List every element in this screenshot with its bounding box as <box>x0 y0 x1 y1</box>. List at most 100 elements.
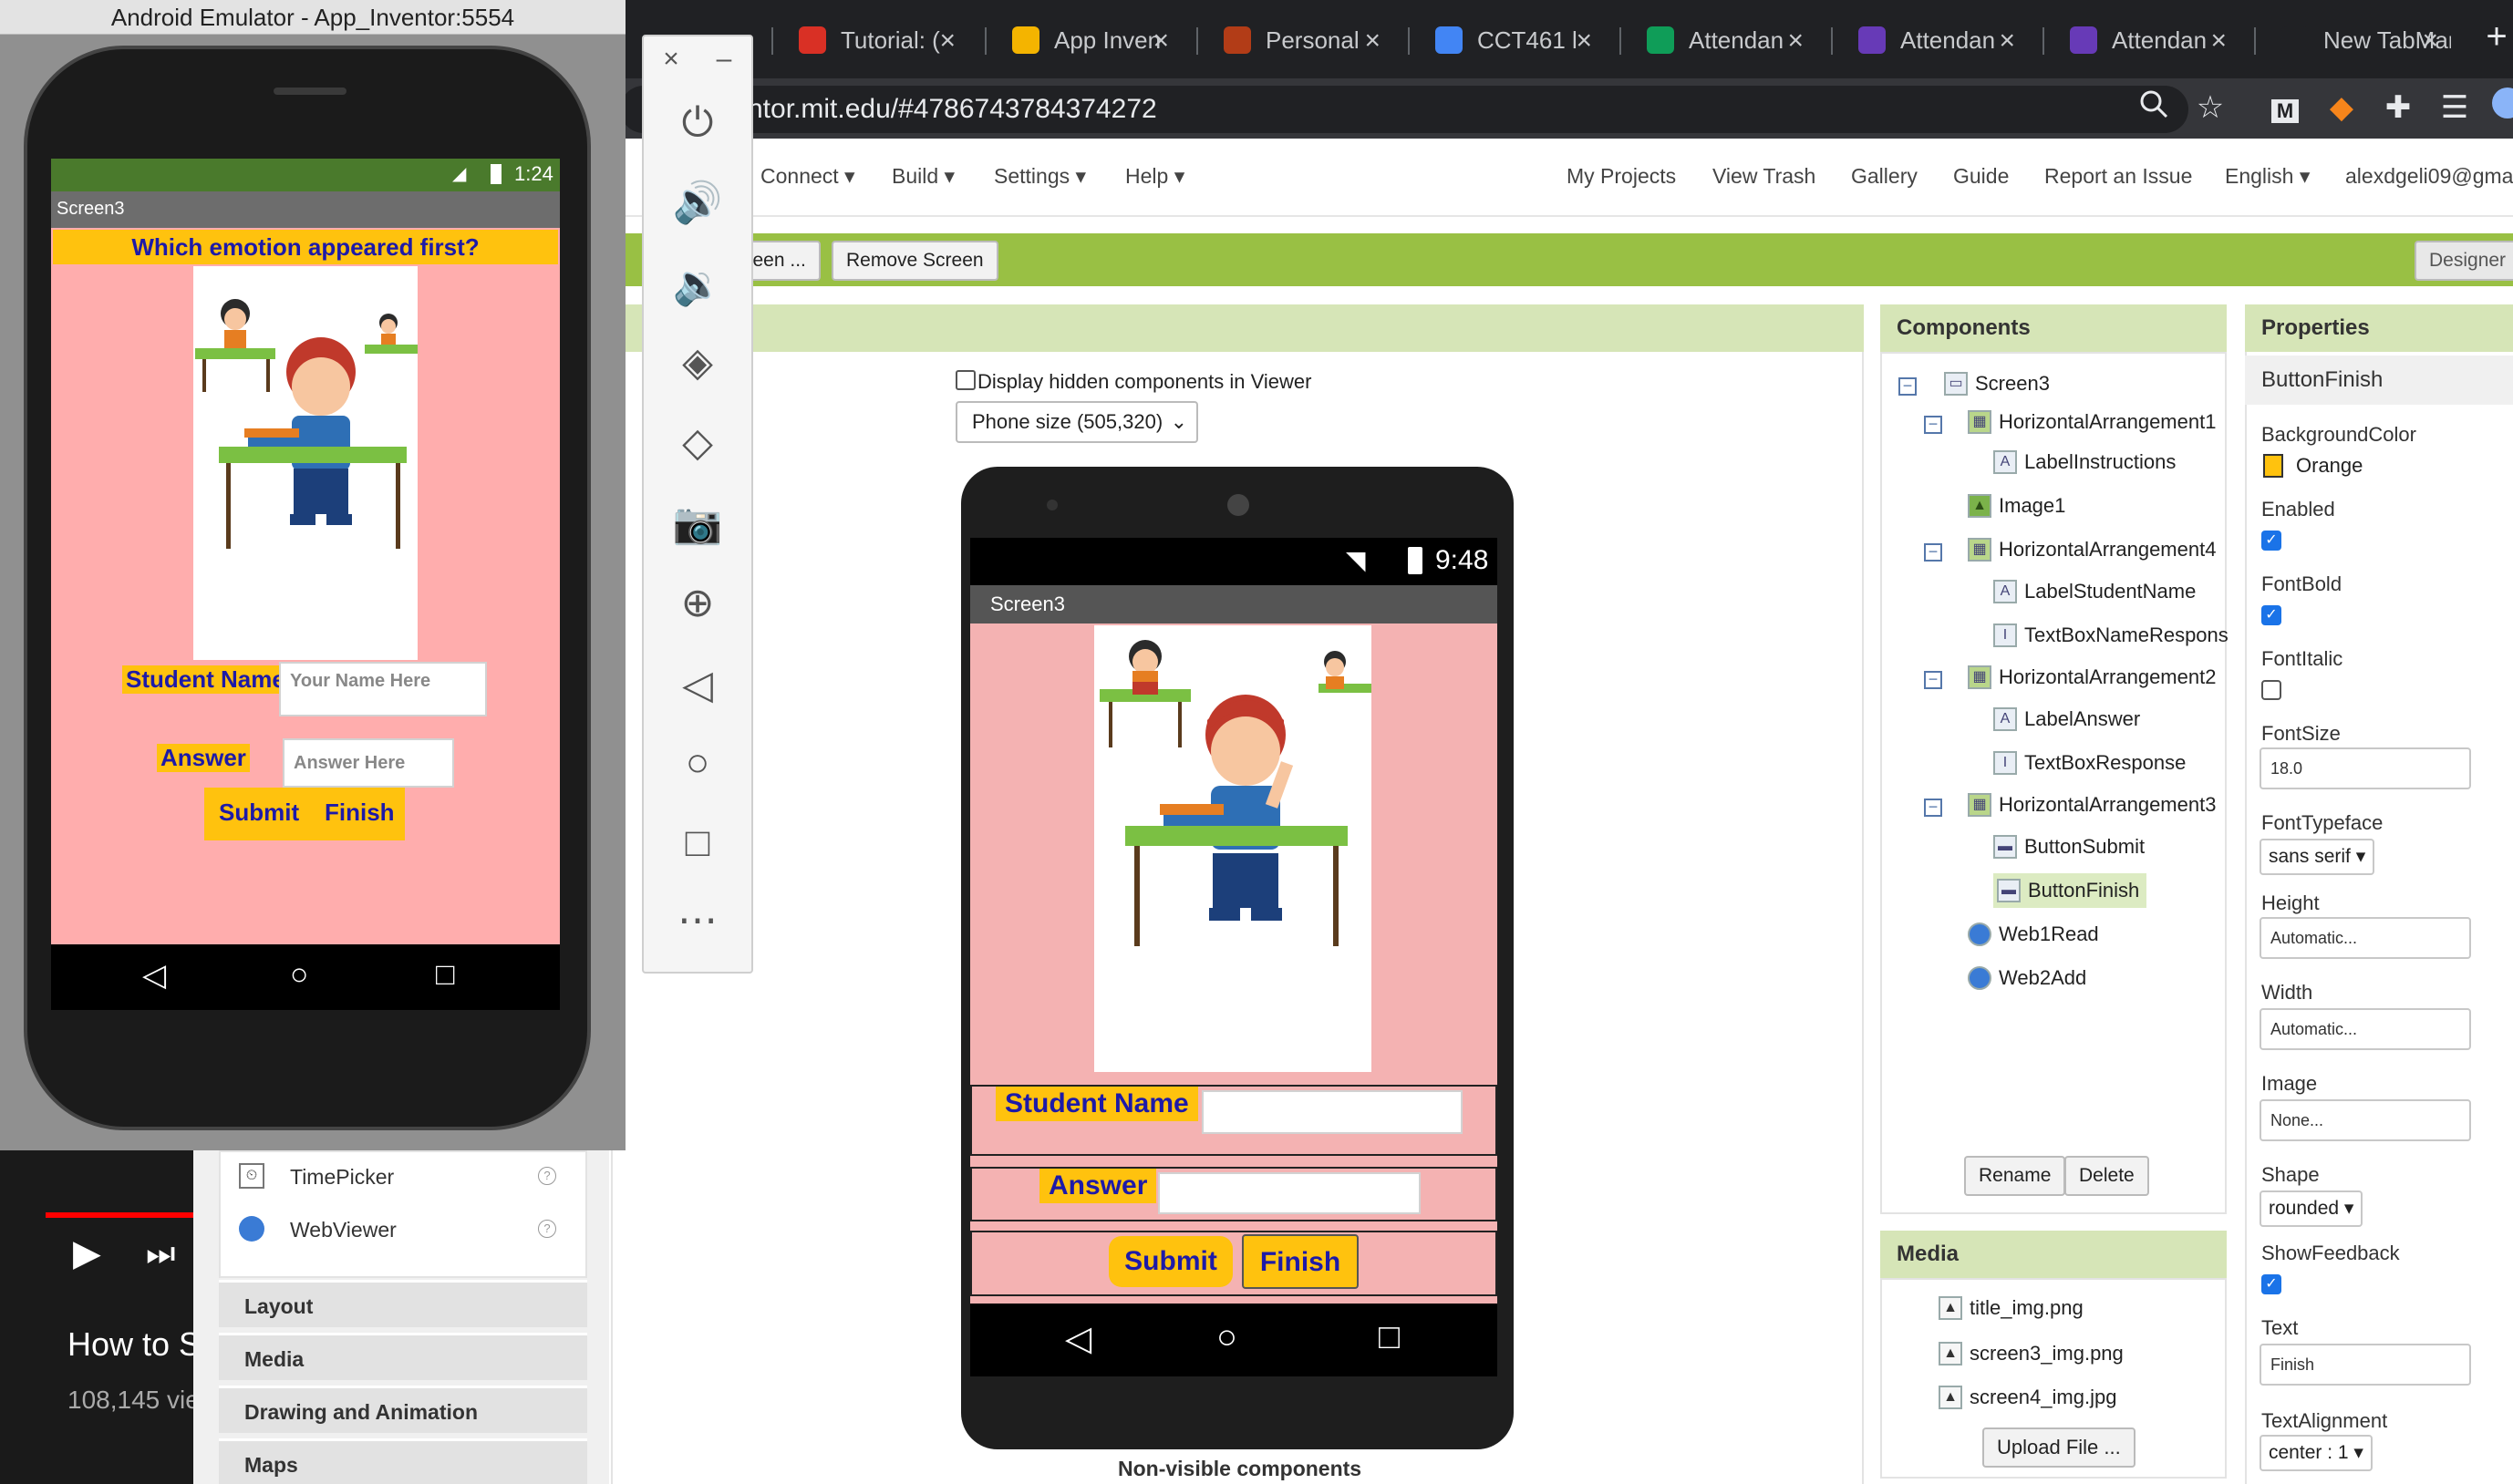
close-icon[interactable]: × <box>644 44 698 75</box>
emulator-finish-button[interactable]: Finish <box>325 799 395 827</box>
volume-up-icon[interactable]: 🔊 <box>644 179 751 226</box>
menu-item[interactable]: Settings ▾ <box>994 164 1086 189</box>
recents-nav-icon[interactable]: □ <box>1379 1318 1400 1357</box>
component-tree-item[interactable]: ▦ HorizontalArrangement3 <box>1968 793 2216 817</box>
menu-item[interactable]: Guide <box>1953 164 2009 189</box>
rotate-right-icon[interactable]: ◇ <box>644 419 751 466</box>
display-hidden-checkbox[interactable] <box>956 370 976 390</box>
metamask-fox-icon[interactable]: ◆ <box>2322 88 2362 128</box>
browser-tab[interactable]: Personal × <box>1202 13 1393 67</box>
power-icon[interactable]: ⏻ <box>644 100 751 146</box>
palette-category-media[interactable]: Media <box>219 1333 587 1380</box>
back-nav-icon[interactable]: ◁ <box>142 957 166 994</box>
zoom-search-icon[interactable] <box>2134 88 2174 128</box>
component-tree-item[interactable]: A LabelAnswer <box>1993 707 2140 731</box>
component-tree-item[interactable]: A LabelStudentName <box>1993 580 2196 603</box>
profile-avatar-icon[interactable] <box>2487 88 2513 128</box>
remove-screen-button[interactable]: Remove Screen <box>832 241 998 281</box>
browser-tab[interactable]: App Inven × <box>990 13 1182 67</box>
help-icon[interactable]: ? <box>538 1220 556 1238</box>
new-tab-plus-icon[interactable]: + <box>2477 16 2513 57</box>
home-nav-icon[interactable]: ○ <box>1216 1318 1237 1357</box>
browser-tab[interactable]: Attendan × <box>1836 13 2028 67</box>
component-tree-item[interactable]: A LabelInstructions <box>1993 450 2176 474</box>
component-tree-item[interactable]: ▲ Image1 <box>1968 494 2065 518</box>
browser-tab[interactable]: Attendan × <box>1625 13 1816 67</box>
component-tree-item[interactable]: ● Web1Read <box>1968 922 2099 946</box>
height-input[interactable]: Automatic... <box>2260 917 2471 959</box>
rotate-left-icon[interactable]: ◈ <box>644 339 751 386</box>
showfeedback-checkbox[interactable]: ✓ <box>2261 1274 2281 1294</box>
menu-item[interactable]: Report an Issue <box>2044 164 2192 189</box>
menu-item[interactable]: alexdgeli09@gmail <box>2345 164 2513 189</box>
emulator-name-textbox[interactable]: Your Name Here <box>279 662 487 716</box>
zoom-icon[interactable]: ⊕ <box>644 580 751 626</box>
home-icon[interactable]: ○ <box>644 740 751 786</box>
tree-collapse-icon[interactable]: − <box>1924 671 1942 689</box>
fontbold-checkbox[interactable]: ✓ <box>2261 605 2281 625</box>
media-file-item[interactable]: ▲ title_img.png <box>1939 1296 2084 1320</box>
component-tree-item[interactable]: I TextBoxResponse <box>1993 751 2186 775</box>
tab-close-icon[interactable]: × <box>2422 26 2438 57</box>
palette-category-drawing[interactable]: Drawing and Animation <box>219 1386 587 1433</box>
skip-next-icon[interactable]: ⏭ <box>146 1234 175 1273</box>
component-tree-item[interactable]: ▦ HorizontalArrangement1 <box>1968 410 2216 434</box>
back-nav-icon[interactable]: ◁ <box>1065 1318 1091 1359</box>
component-tree-item[interactable]: ▬ ButtonSubmit <box>1993 835 2145 859</box>
media-file-item[interactable]: ▲ screen4_img.jpg <box>1939 1386 2116 1409</box>
home-nav-icon[interactable]: ○ <box>290 957 309 993</box>
bookmark-star-icon[interactable]: ☆ <box>2190 88 2230 128</box>
component-tree-item[interactable]: ▦ HorizontalArrangement4 <box>1968 538 2216 562</box>
video-progress-bar[interactable] <box>46 1212 193 1218</box>
enabled-checkbox[interactable]: ✓ <box>2261 531 2281 551</box>
play-icon[interactable]: ▶ <box>73 1232 101 1274</box>
url-field[interactable]: ntor.mit.edu/#4786743784374272 <box>620 86 2188 133</box>
help-icon[interactable]: ? <box>538 1167 556 1185</box>
browser-tab[interactable]: CCT461 l × <box>1413 13 1605 67</box>
tab-close-icon[interactable]: × <box>1999 26 2015 57</box>
browser-tab[interactable]: New TabMark× <box>2260 13 2451 67</box>
tab-close-icon[interactable]: × <box>1364 26 1381 57</box>
tab-close-icon[interactable]: × <box>2210 26 2227 57</box>
gmail-extension-icon[interactable]: M <box>2265 88 2305 128</box>
menu-item[interactable]: Gallery <box>1851 164 1918 189</box>
reading-list-icon[interactable]: ☰ <box>2435 88 2475 128</box>
component-tree-item[interactable]: ▦ HorizontalArrangement2 <box>1968 665 2216 689</box>
recents-nav-icon[interactable]: □ <box>436 957 455 993</box>
video-title[interactable]: How to S <box>67 1325 201 1364</box>
browser-tab[interactable]: Tutorial: (× <box>777 13 968 67</box>
menu-item[interactable]: Connect ▾ <box>760 164 855 189</box>
menu-item[interactable]: Build ▾ <box>892 164 955 189</box>
viewer-name-textbox[interactable] <box>1202 1090 1463 1134</box>
phone-size-select[interactable]: Phone size (505,320) ⌄ <box>956 401 1198 443</box>
component-tree-item[interactable]: ▬ ButtonFinish <box>1993 873 2147 908</box>
viewer-finish-button[interactable]: Finish <box>1242 1234 1359 1289</box>
more-icon[interactable]: ⋯ <box>644 897 751 943</box>
volume-down-icon[interactable]: 🔉 <box>644 261 751 308</box>
rename-button[interactable]: Rename <box>1964 1156 2066 1196</box>
tree-collapse-icon[interactable]: − <box>1898 377 1917 396</box>
tab-close-icon[interactable]: × <box>1787 26 1804 57</box>
component-tree-item[interactable]: ● Web2Add <box>1968 966 2086 990</box>
tab-close-icon[interactable]: × <box>1576 26 1592 57</box>
component-tree-item[interactable]: I TextBoxNameRespons <box>1993 623 2229 647</box>
menu-item[interactable]: My Projects <box>1567 164 1676 189</box>
media-file-item[interactable]: ▲ screen3_img.png <box>1939 1342 2124 1365</box>
menu-item[interactable]: Help ▾ <box>1125 164 1184 189</box>
fontsize-input[interactable]: 18.0 <box>2260 747 2471 789</box>
background-color-swatch[interactable] <box>2263 454 2283 478</box>
menu-item[interactable]: English ▾ <box>2225 164 2310 189</box>
shape-select[interactable]: rounded ▾ <box>2260 1190 2363 1227</box>
viewer-submit-button[interactable]: Submit <box>1109 1236 1233 1287</box>
width-input[interactable]: Automatic... <box>2260 1008 2471 1050</box>
component-tree-item[interactable]: ▭ Screen3 <box>1944 372 2050 396</box>
menu-item[interactable]: View Trash <box>1712 164 1815 189</box>
viewer-answer-textbox[interactable] <box>1158 1172 1421 1214</box>
upload-file-button[interactable]: Upload File ... <box>1982 1427 2136 1468</box>
tree-collapse-icon[interactable]: − <box>1924 416 1942 434</box>
browser-tab[interactable]: Attendan × <box>2048 13 2239 67</box>
background-color-value[interactable]: Orange <box>2296 454 2363 478</box>
tab-close-icon[interactable]: × <box>1153 26 1169 57</box>
designer-button[interactable]: Designer <box>2415 241 2513 281</box>
extensions-puzzle-icon[interactable]: ✚ <box>2378 88 2418 128</box>
